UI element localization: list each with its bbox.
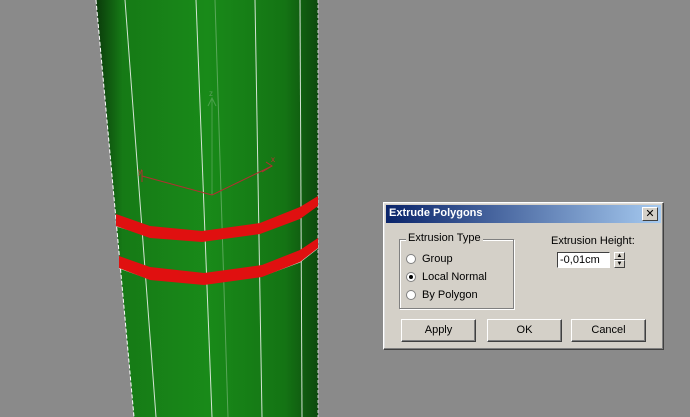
- gizmo-axis-y-label: y: [138, 167, 142, 176]
- extrusion-type-title: Extrusion Type: [406, 232, 483, 244]
- extrude-polygons-dialog: Extrude Polygons ✕ Extrusion Type Group …: [383, 202, 664, 350]
- dialog-titlebar[interactable]: Extrude Polygons ✕: [386, 205, 661, 223]
- radio-local-normal-label: Local Normal: [422, 271, 487, 283]
- cancel-button[interactable]: Cancel: [571, 319, 646, 342]
- radio-local-normal-dot[interactable]: [406, 272, 416, 282]
- dialog-title: Extrude Polygons: [389, 207, 483, 219]
- gizmo-axis-z-label: z: [209, 89, 213, 98]
- spinner-up-icon: ▲: [616, 253, 623, 259]
- radio-by-polygon-dot[interactable]: [406, 290, 416, 300]
- ok-button[interactable]: OK: [487, 319, 562, 342]
- apply-button[interactable]: Apply: [401, 319, 476, 342]
- gizmo-axis-x-label: x: [271, 155, 275, 164]
- radio-group-label: Group: [422, 253, 453, 265]
- radio-group-dot[interactable]: [406, 254, 416, 264]
- close-button[interactable]: ✕: [642, 207, 658, 221]
- extrusion-height-label: Extrusion Height:: [551, 235, 635, 247]
- spinner-up-button[interactable]: ▲: [614, 252, 625, 260]
- close-icon: ✕: [645, 207, 655, 220]
- extrusion-height-input[interactable]: -0,01cm: [557, 252, 610, 268]
- extrusion-height-spinner[interactable]: ▲ ▼: [614, 252, 625, 268]
- spinner-down-button[interactable]: ▼: [614, 260, 625, 268]
- spinner-down-icon: ▼: [616, 261, 623, 267]
- radio-by-polygon-label: By Polygon: [422, 289, 478, 301]
